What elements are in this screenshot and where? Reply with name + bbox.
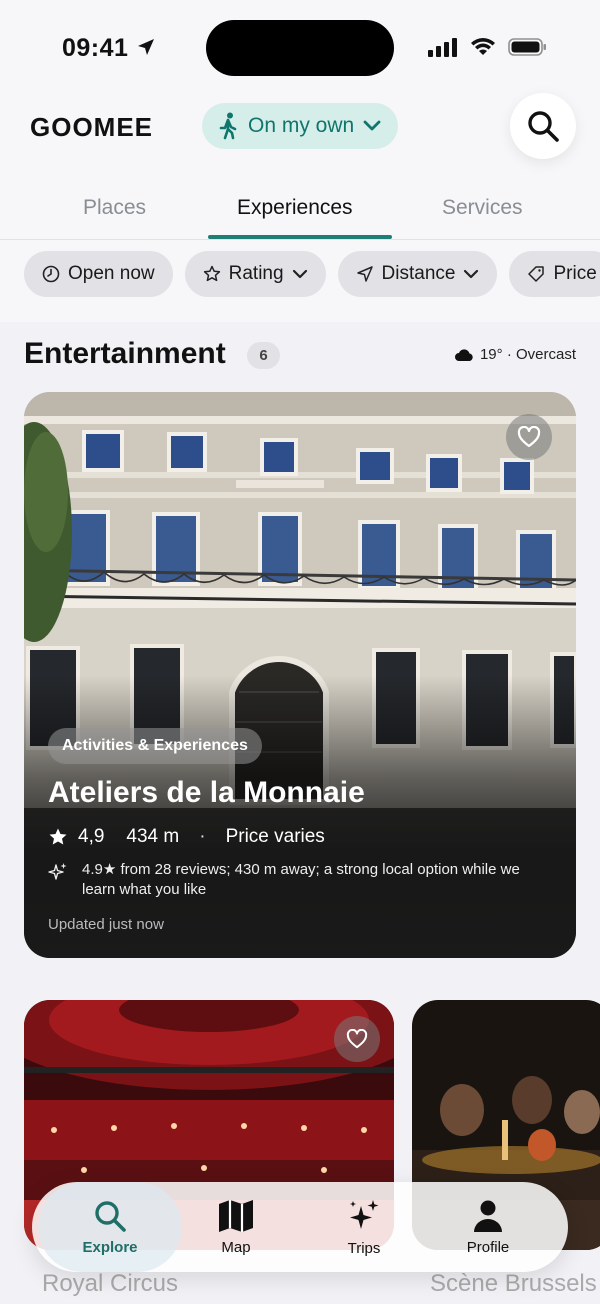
person-icon [474, 1200, 502, 1232]
category-badge: Activities & Experiences [48, 728, 262, 764]
place-rating: 4,9 [78, 826, 105, 847]
sparkles-icon [350, 1199, 379, 1229]
walking-person-icon [219, 112, 237, 140]
favorite-button[interactable] [334, 1016, 380, 1062]
chevron-down-icon [292, 269, 307, 279]
section-count-badge: 6 [247, 342, 280, 369]
chevron-down-icon [464, 269, 479, 279]
tab-experiences[interactable]: Experiences [237, 196, 353, 220]
sparkles-icon [48, 863, 67, 880]
filter-open-now[interactable]: Open now [24, 251, 173, 297]
search-button[interactable] [510, 93, 576, 159]
filter-label: Distance [381, 263, 456, 284]
travel-mode-selector[interactable]: On my own [202, 103, 398, 149]
nav-label: Trips [347, 1239, 381, 1257]
ai-recommendation: 4.9★ from 28 reviews; 430 m away; a stro… [48, 860, 548, 900]
heart-icon [346, 1029, 368, 1049]
battery-icon [508, 38, 546, 56]
nav-label: Profile [466, 1238, 510, 1256]
nav-trips[interactable]: Trips [312, 1182, 416, 1272]
wifi-icon [471, 38, 495, 55]
filter-distance[interactable]: Distance [337, 251, 498, 297]
signal-icon [428, 38, 457, 57]
filter-chips: Open now Rating Distance Price [24, 251, 600, 297]
star-icon [49, 828, 67, 845]
ai-recommendation-text: 4.9★ from 28 reviews; 430 m away; a stro… [82, 861, 520, 898]
tab-places[interactable]: Places [83, 196, 146, 220]
star-outline-icon [203, 265, 220, 282]
location-arrow-icon [138, 39, 154, 55]
nav-label: Explore [82, 1238, 138, 1256]
navigation-icon [356, 266, 373, 282]
tab-services[interactable]: Services [442, 196, 523, 220]
featured-place-card[interactable]: Activities & Experiences Ateliers de la … [24, 392, 576, 958]
dynamic-island [206, 20, 394, 76]
search-icon [528, 111, 559, 142]
filter-price[interactable]: Price [509, 251, 600, 297]
status-time: 09:41 [62, 34, 129, 62]
nav-map[interactable]: Map [184, 1182, 288, 1272]
meta-separator: · [199, 826, 206, 847]
active-tab-indicator [208, 235, 392, 239]
place-distance: 434 m [126, 826, 180, 847]
status-bar: 09:41 [0, 0, 600, 96]
nav-explore[interactable]: Explore [38, 1182, 182, 1272]
weather-text: 19° · Overcast [479, 346, 576, 363]
category-tabs: Places Experiences Services [0, 186, 600, 240]
nav-label: Map [221, 1238, 251, 1256]
nav-profile[interactable]: Profile [436, 1182, 540, 1272]
filter-rating[interactable]: Rating [184, 251, 326, 297]
status-icons [428, 37, 548, 57]
bottom-navigation: Explore Map Trips Profile [32, 1182, 568, 1272]
place-price: Price varies [225, 826, 325, 847]
place-card-title: Scène Brussels [430, 1270, 597, 1297]
chevron-down-icon [363, 120, 381, 131]
section-title: Entertainment [24, 337, 226, 370]
clock-icon [42, 265, 60, 283]
travel-mode-label: On my own [248, 114, 355, 137]
filter-label: Open now [68, 263, 155, 284]
place-meta: 4,9 434 m · Price varies [48, 826, 325, 848]
updated-timestamp: Updated just now [48, 916, 164, 933]
favorite-button[interactable] [506, 414, 552, 460]
place-card-title: Royal Circus [42, 1270, 179, 1297]
place-name: Ateliers de la Monnaie [48, 776, 365, 809]
map-icon [219, 1199, 253, 1232]
tag-icon [528, 266, 545, 282]
heart-icon [517, 426, 541, 448]
weather-info: 19° · Overcast [454, 346, 576, 363]
cloud-icon [454, 348, 473, 361]
filter-label: Price [553, 263, 597, 284]
brand-logo: GOOMEE [30, 112, 154, 142]
search-icon [95, 1200, 126, 1232]
filter-label: Rating [228, 263, 284, 284]
